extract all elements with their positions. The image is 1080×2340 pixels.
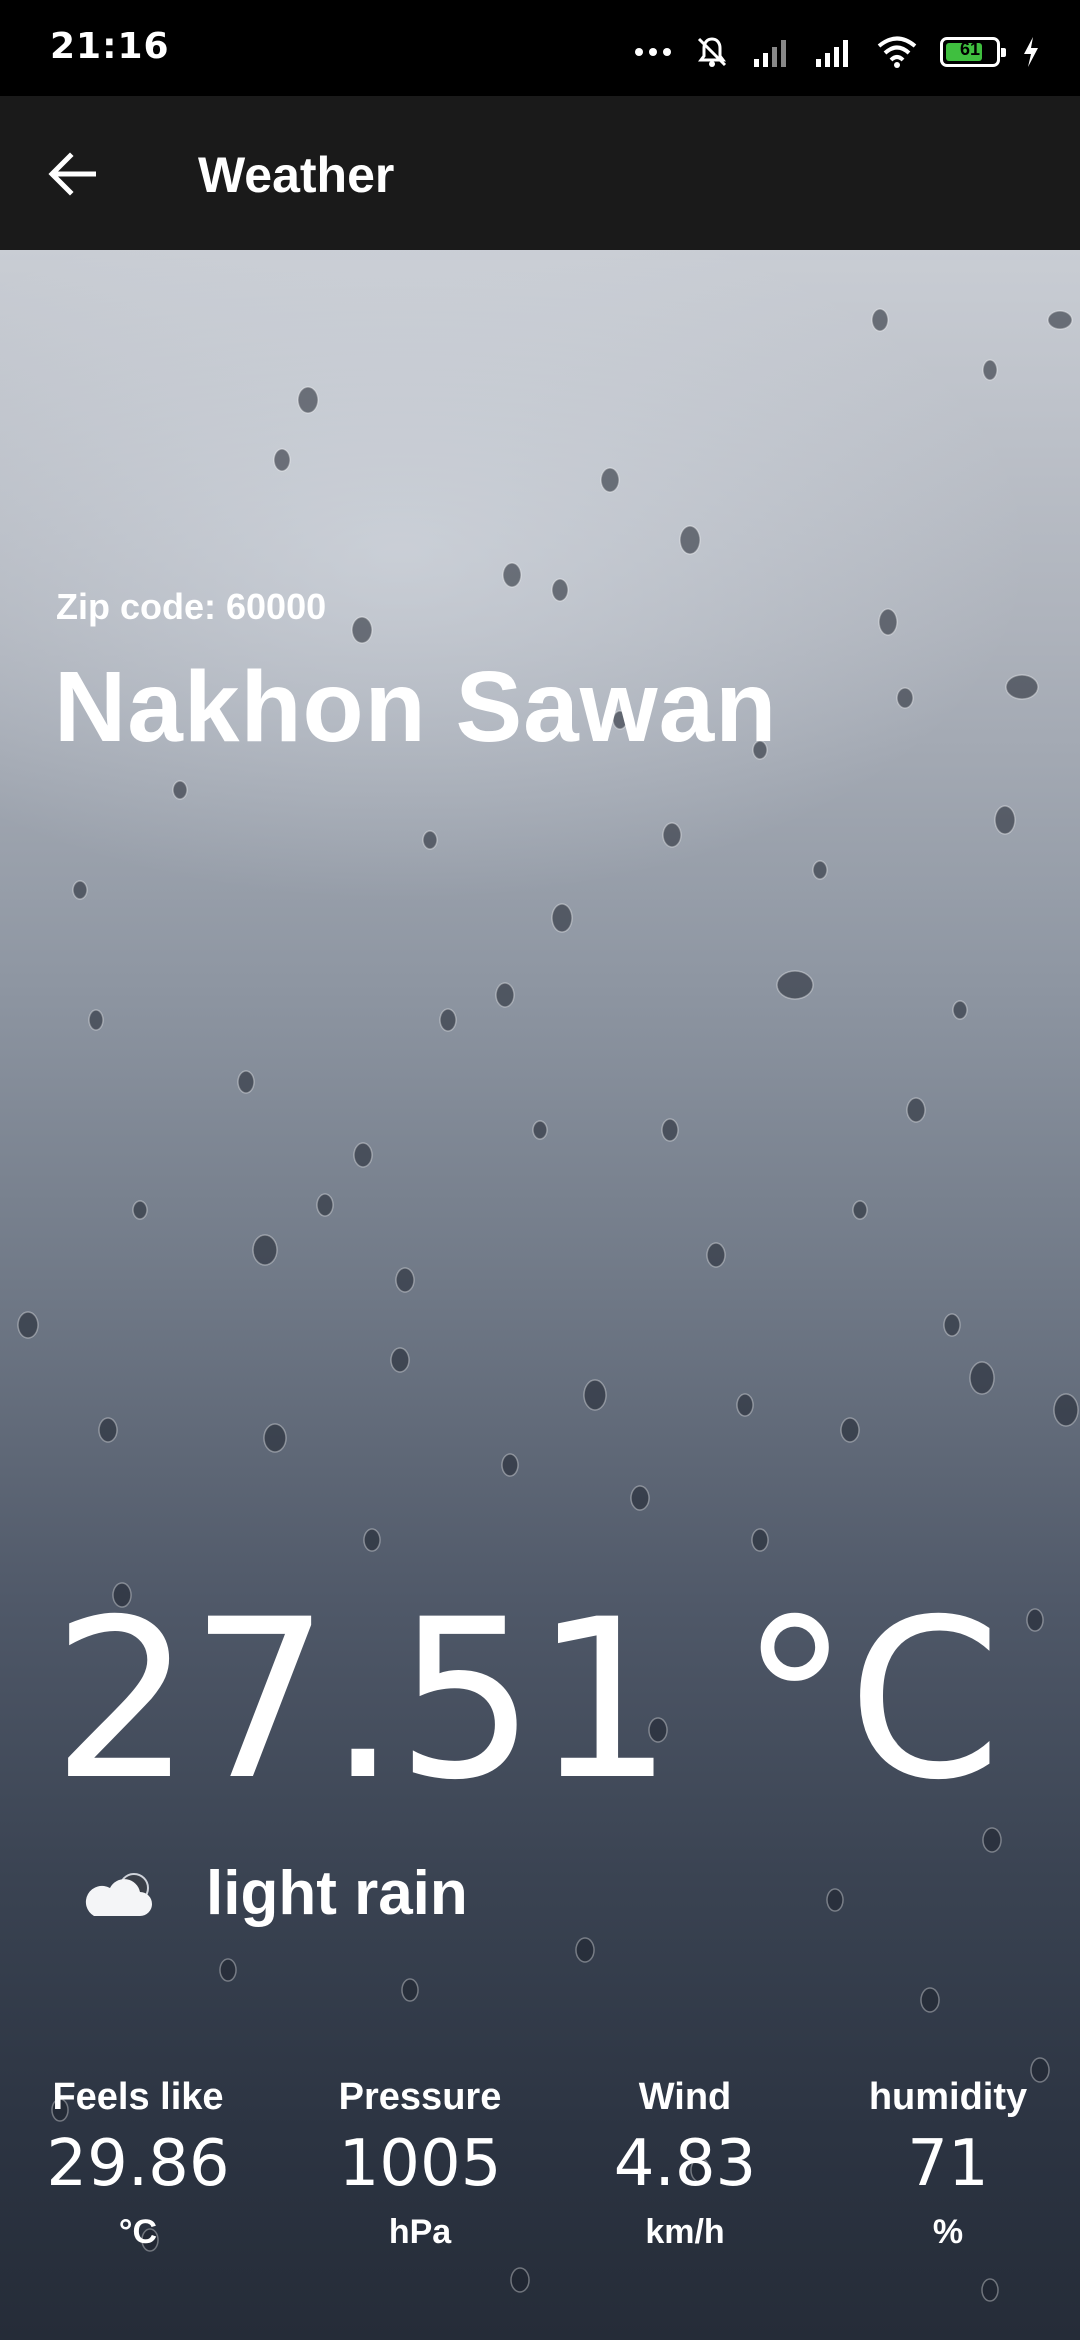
cloud-icon bbox=[85, 1873, 152, 1916]
arrow-left-icon bbox=[48, 152, 96, 196]
charging-icon bbox=[1022, 36, 1040, 68]
battery-icon: 61 bbox=[940, 37, 1006, 67]
metric-value: 29.86 bbox=[46, 2127, 230, 2201]
metric-wind: Wind 4.83 km/h bbox=[565, 2076, 805, 2252]
metric-value: 71 bbox=[907, 2127, 989, 2201]
signal-icon bbox=[752, 37, 792, 67]
metric-label: Pressure bbox=[338, 2076, 502, 2118]
metric-label: Wind bbox=[638, 2076, 732, 2118]
metric-pressure: Pressure 1005 hPa bbox=[300, 2076, 540, 2252]
status-time: 21:16 bbox=[50, 26, 170, 67]
current-temperature: 27.51 °C bbox=[52, 1572, 1001, 1828]
signal-icon bbox=[814, 37, 854, 67]
metric-value: 4.83 bbox=[613, 2127, 757, 2201]
metric-unit: hPa bbox=[388, 2213, 452, 2251]
metric-unit: °C bbox=[118, 2213, 158, 2251]
battery-level: 61 bbox=[959, 39, 981, 59]
weather-metrics: Feels like 29.86 °C Pressure 1005 hPa Wi… bbox=[0, 2076, 1080, 2276]
metric-humidity: humidity 71 % bbox=[828, 2076, 1068, 2252]
weather-condition: light rain bbox=[206, 1859, 468, 1928]
metric-unit: km/h bbox=[645, 2213, 725, 2251]
mute-icon bbox=[694, 34, 730, 70]
metric-value: 1005 bbox=[338, 2127, 502, 2201]
wifi-icon bbox=[876, 36, 918, 68]
metric-unit: % bbox=[932, 2213, 964, 2251]
status-icons: 61 bbox=[634, 30, 1040, 74]
weather-panel: Zip code: 60000 Nakhon Sawan 27.51 °C li… bbox=[0, 250, 1080, 2340]
app-bar: Weather bbox=[0, 96, 1080, 250]
metric-feels-like: Feels like 29.86 °C bbox=[18, 2076, 258, 2252]
status-bar: 21:16 61 bbox=[0, 0, 1080, 96]
zip-code-label: Zip code: 60000 bbox=[56, 586, 327, 627]
page-title: Weather bbox=[198, 147, 395, 203]
back-button[interactable] bbox=[40, 142, 104, 206]
more-icon bbox=[634, 47, 672, 57]
metric-label: humidity bbox=[868, 2076, 1028, 2118]
metric-label: Feels like bbox=[52, 2076, 224, 2118]
city-name: Nakhon Sawan bbox=[54, 651, 778, 763]
rain-background-image bbox=[17, 308, 1079, 2302]
